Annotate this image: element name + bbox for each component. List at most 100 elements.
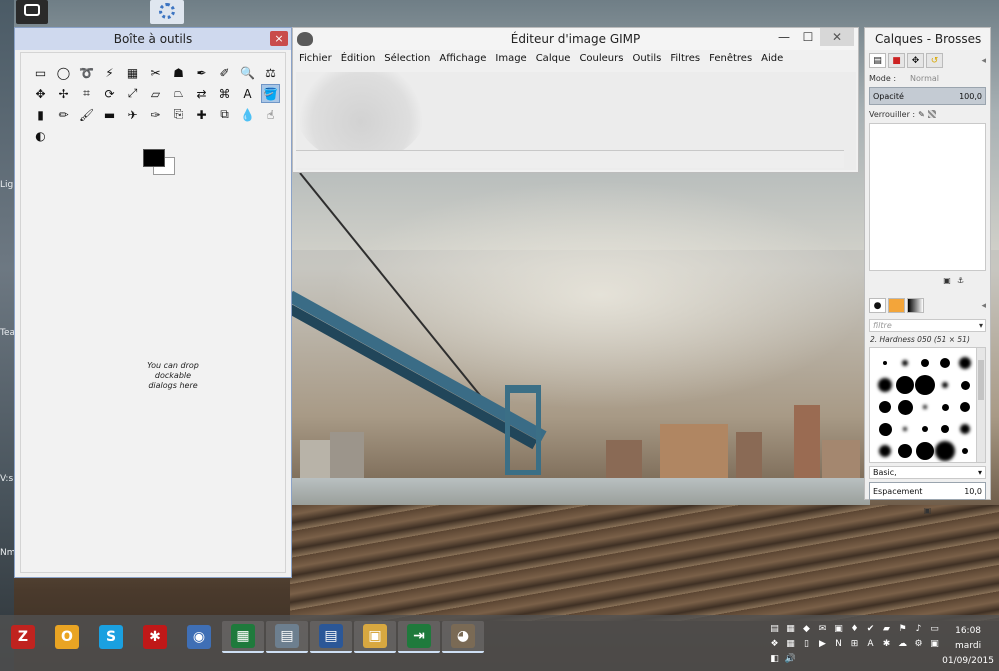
spacing-slider[interactable]: Espacement 10,0: [869, 482, 986, 500]
lock-pixels-icon[interactable]: ✎: [918, 110, 925, 119]
tray-icon[interactable]: ▤: [768, 623, 781, 635]
scissors-icon[interactable]: ✂: [146, 63, 165, 82]
brush-preset[interactable]: [915, 375, 935, 395]
airbrush-icon[interactable]: ✈: [123, 105, 142, 124]
channels-tab-icon[interactable]: ■: [888, 53, 905, 68]
align-icon[interactable]: ✢: [54, 84, 73, 103]
outlook-icon[interactable]: O: [46, 621, 88, 653]
foreground-color-swatch[interactable]: [143, 149, 165, 167]
color-select-icon[interactable]: ▦: [123, 63, 142, 82]
tray-icon[interactable]: ✔: [864, 623, 877, 635]
heal-icon[interactable]: ✚: [192, 105, 211, 124]
brush-preset[interactable]: [879, 445, 891, 457]
brush-preset[interactable]: [923, 405, 927, 409]
brush-preset[interactable]: [940, 358, 950, 368]
gimp-titlebar[interactable]: Éditeur d'image GIMP — ☐ ✕: [293, 28, 858, 50]
tray-icon[interactable]: ⚑: [896, 623, 909, 635]
anchor-layer-icon[interactable]: ⚓: [957, 276, 964, 285]
bucket-fill-icon[interactable]: 🪣: [261, 84, 280, 103]
brush-preset[interactable]: [941, 425, 949, 433]
brush-tag-select[interactable]: Basic, ▾: [869, 466, 986, 479]
exit-icon[interactable]: ⇥: [398, 621, 440, 653]
tray-icon[interactable]: ▦: [784, 638, 797, 650]
tray-icon[interactable]: ▭: [928, 623, 941, 635]
brush-preset[interactable]: [879, 401, 891, 413]
lasso-icon[interactable]: ➰: [77, 63, 96, 82]
spreadsheet-icon[interactable]: ▦: [222, 621, 264, 653]
patterns-tab-icon[interactable]: [888, 298, 905, 313]
tray-icon[interactable]: ☁: [896, 638, 909, 650]
eraser-icon[interactable]: ▬: [100, 105, 119, 124]
camera-icon[interactable]: [16, 0, 48, 24]
opacity-value[interactable]: 100,0: [959, 92, 982, 101]
dodge-burn-icon[interactable]: ◐: [31, 126, 50, 145]
menu-item[interactable]: Outils: [632, 53, 661, 66]
menu-item[interactable]: Calque: [536, 53, 571, 66]
perspective-icon[interactable]: ⏢: [169, 84, 188, 103]
menu-item[interactable]: Couleurs: [579, 53, 623, 66]
menu-item[interactable]: Fenêtres: [709, 53, 752, 66]
tray-icon[interactable]: ▣: [928, 638, 941, 650]
brush-preset[interactable]: [942, 382, 948, 388]
scrollbar-thumb[interactable]: [978, 360, 984, 400]
spacing-value[interactable]: 10,0: [964, 487, 982, 496]
brush-preset[interactable]: [941, 403, 949, 411]
puzzle-icon[interactable]: ✱: [134, 621, 176, 653]
tray-icon[interactable]: ▦: [784, 623, 797, 635]
text-icon[interactable]: A: [238, 84, 257, 103]
mode-row[interactable]: Mode : Normal: [865, 71, 990, 85]
tray-icon[interactable]: ✱: [880, 638, 893, 650]
toolbox-titlebar[interactable]: Boîte à outils ×: [15, 28, 291, 50]
brush-preset[interactable]: [962, 448, 968, 454]
photo-viewer-icon[interactable]: ▣: [354, 621, 396, 653]
brush-preset[interactable]: [959, 357, 971, 369]
open-brush-editor-icon[interactable]: ▣: [924, 506, 932, 515]
brush-preset[interactable]: [897, 399, 913, 415]
tray-icon[interactable]: ▰: [880, 623, 893, 635]
tray-icon[interactable]: 🔊: [784, 653, 797, 665]
paths-icon[interactable]: ✒: [192, 63, 211, 82]
zoom-icon[interactable]: 🔍: [238, 63, 257, 82]
tray-icon[interactable]: ▣: [832, 623, 845, 635]
tray-icon[interactable]: ▶: [816, 638, 829, 650]
ellipse-select-icon[interactable]: ◯: [54, 63, 73, 82]
opacity-slider[interactable]: Opacité 100,0: [869, 87, 986, 105]
menu-item[interactable]: Image: [495, 53, 526, 66]
layers-list[interactable]: [869, 123, 986, 271]
minimize-button[interactable]: —: [772, 28, 796, 46]
tray-icon[interactable]: ◆: [800, 623, 813, 635]
clone-icon[interactable]: ⎘: [169, 105, 188, 124]
menu-item[interactable]: Affichage: [439, 53, 486, 66]
brush-preset[interactable]: [960, 402, 970, 412]
foreground-select-icon[interactable]: ☗: [169, 63, 188, 82]
thunderbird-icon[interactable]: ◉: [178, 621, 220, 653]
tray-icon[interactable]: ♦: [848, 623, 861, 635]
brushes-tab-icon[interactable]: ●: [869, 298, 886, 313]
duplicate-layer-icon[interactable]: ▣: [943, 276, 951, 285]
blend-icon[interactable]: ▮: [31, 105, 50, 124]
menu-item[interactable]: Édition: [341, 53, 376, 66]
shear-icon[interactable]: ▱: [146, 84, 165, 103]
blur-icon[interactable]: 💧: [238, 105, 257, 124]
crop-icon[interactable]: ⌗: [77, 84, 96, 103]
brush-preset[interactable]: [898, 444, 912, 458]
tray-icon[interactable]: N: [832, 638, 845, 650]
menu-item[interactable]: Aide: [761, 53, 783, 66]
brush-filter-input[interactable]: filtre ▾: [869, 319, 986, 332]
menu-item[interactable]: Sélection: [384, 53, 430, 66]
brush-preset[interactable]: [883, 361, 887, 365]
gimp-icon[interactable]: [150, 0, 184, 24]
brush-grid[interactable]: [869, 347, 986, 463]
clock[interactable]: 16:08 mardi 01/09/2015: [942, 624, 994, 669]
ink-icon[interactable]: ✑: [146, 105, 165, 124]
brush-preset[interactable]: [916, 442, 934, 460]
perspective-clone-icon[interactable]: ⧉: [215, 105, 234, 124]
tray-icon[interactable]: ⚙: [912, 638, 925, 650]
chevron-down-icon[interactable]: ▾: [979, 321, 983, 330]
gimp-taskbar-icon[interactable]: ◕: [442, 621, 484, 653]
brush-grid-scrollbar[interactable]: [976, 348, 985, 462]
maximize-button[interactable]: ☐: [796, 28, 820, 46]
menu-item[interactable]: Fichier: [299, 53, 332, 66]
document-icon[interactable]: ▤: [310, 621, 352, 653]
tray-icon[interactable]: A: [864, 638, 877, 650]
